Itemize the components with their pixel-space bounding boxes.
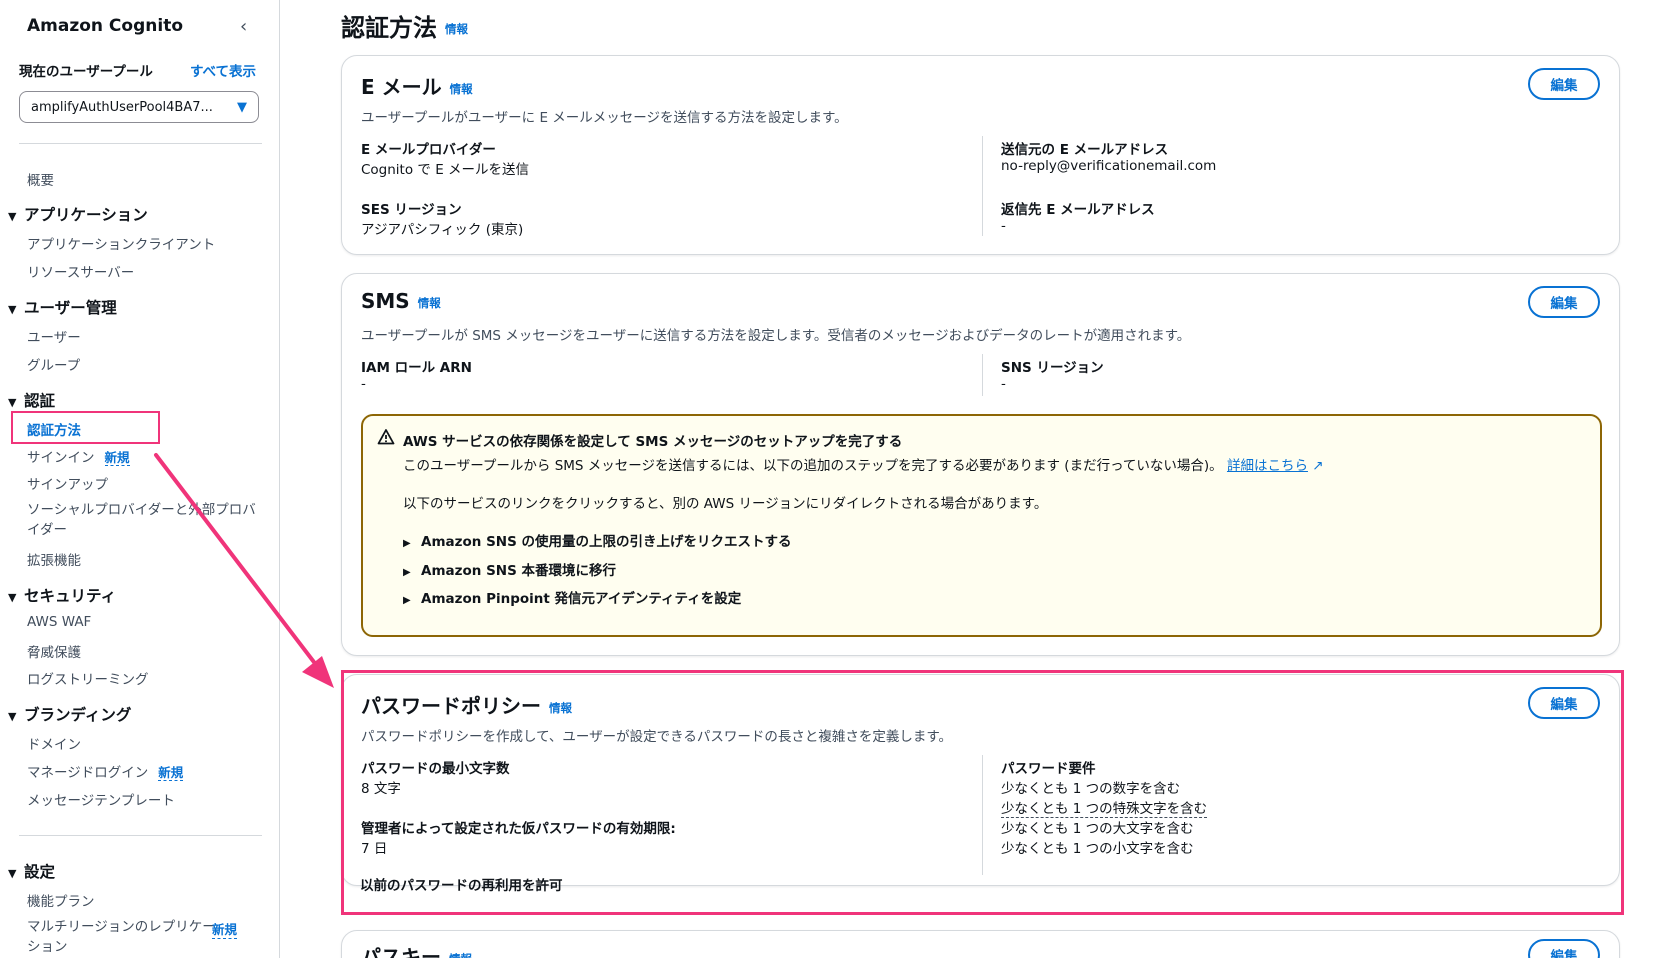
annotation-arrow — [154, 453, 334, 688]
